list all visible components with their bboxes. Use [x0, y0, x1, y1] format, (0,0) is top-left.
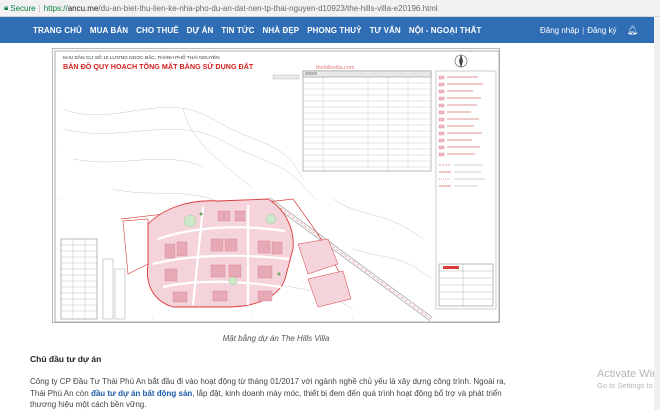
nav-item-news[interactable]: TIN TỨC: [221, 26, 254, 35]
login-link[interactable]: Đăng nhập: [540, 26, 579, 35]
bell-icon[interactable]: 🔔︎: [627, 25, 638, 36]
article-paragraph: Công ty CP Đầu Tư Thái Phú An bắt đầu đi…: [30, 376, 510, 411]
nav-item-projects[interactable]: DỰ ÁN: [187, 26, 214, 35]
real-estate-investment-link[interactable]: đầu tư dự án bất động sản: [91, 389, 192, 398]
nav-item-advice[interactable]: TƯ VẤN: [370, 26, 401, 35]
activate-windows-watermark: Activate Windows Go to Settings to activ…: [597, 368, 660, 390]
address-bar[interactable]: 🔒︎ Secure | https:// ancu.me /du-an-biet…: [0, 0, 660, 17]
main-navigation: TRANG CHỦ MUA BÁN CHO THUÊ DỰ ÁN TIN TỨC…: [0, 17, 660, 43]
account-links: Đăng nhập | Đăng ký 🔔︎: [540, 17, 638, 43]
legend-panel: [435, 70, 497, 310]
nav-item-rent[interactable]: CHO THUÊ: [136, 26, 179, 35]
project-site-plan: [146, 198, 294, 308]
map-title: BẢN ĐỒ QUY HOẠCH TỔNG MẶT BẰNG SỬ DỤNG Đ…: [63, 61, 254, 71]
account-separator: |: [582, 25, 585, 35]
project-master-plan-image: KHU DÂN CƯ SỐ 10 LƯƠNG NGỌC BẮC, THÀNH P…: [52, 48, 500, 323]
activate-windows-title: Activate Windows: [597, 368, 660, 380]
url-host: ancu.me: [67, 3, 99, 13]
master-plan-drawing: KHU DÂN CƯ SỐ 10 LƯƠNG NGỌC BẮC, THÀNH P…: [54, 50, 500, 323]
nav-item-sale[interactable]: MUA BÁN: [90, 26, 128, 35]
secure-label: Secure: [10, 3, 36, 13]
register-link[interactable]: Đăng ký: [587, 26, 616, 35]
url-scheme: https://: [43, 3, 68, 13]
nav-item-beautiful-homes[interactable]: NHÀ ĐẸP: [263, 26, 300, 35]
lock-icon: 🔒︎: [4, 3, 9, 12]
activate-windows-subtitle: Go to Settings to activate: [597, 381, 660, 390]
url-path: /du-an-biet-thu-lien-ke-nha-pho-du-an-da…: [98, 3, 438, 13]
nav-item-home[interactable]: TRANG CHỦ: [33, 26, 82, 35]
nav-item-interior[interactable]: NỘI - NGOẠI THẤT: [409, 26, 482, 35]
nav-item-fengshui[interactable]: PHONG THUỶ: [307, 26, 361, 35]
image-caption: Mặt bằng dự án The Hills Villa: [222, 334, 330, 343]
page-scrollbar[interactable]: [654, 17, 660, 410]
map-watermark: thehillsvilla.com: [316, 65, 355, 71]
section-title-investor: Chủ đầu tư dự án: [30, 354, 102, 364]
url-separator: |: [38, 3, 41, 13]
